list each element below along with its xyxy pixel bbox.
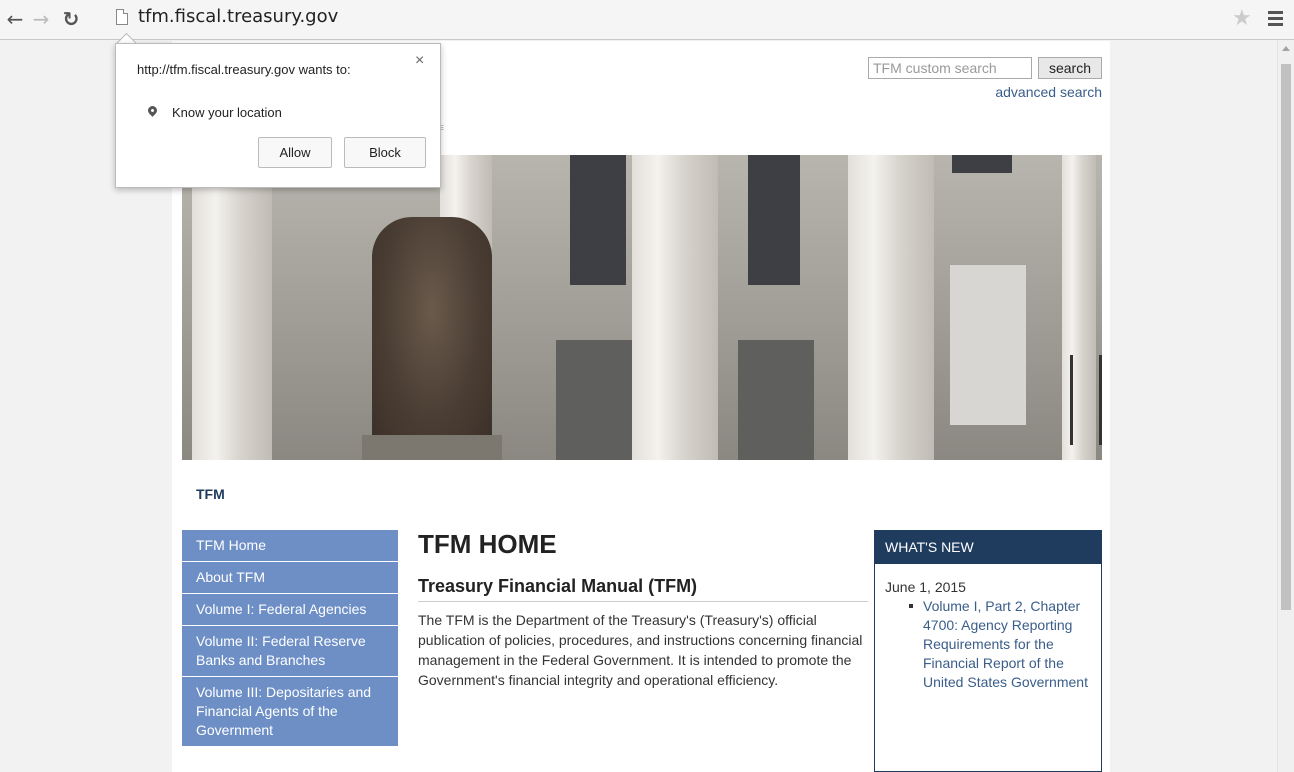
nav-item-tfm-home[interactable]: TFM Home	[182, 530, 398, 562]
hamburger-menu-icon[interactable]	[1268, 8, 1286, 28]
arrow-right-icon[interactable]: →	[30, 8, 52, 30]
nav-item-volume-3[interactable]: Volume III: Depositaries and Financial A…	[182, 677, 398, 747]
whats-new-heading: WHAT'S NEW	[875, 531, 1101, 564]
section-title: Treasury Financial Manual (TFM)	[418, 576, 868, 602]
advanced-search-link[interactable]: advanced search	[995, 84, 1102, 100]
location-permission-popup: http://tfm.fiscal.treasury.gov wants to:…	[115, 43, 441, 188]
browser-toolbar: ← → ↻ tfm.fiscal.treasury.gov ★	[0, 0, 1294, 40]
main-content: TFM HOME Treasury Financial Manual (TFM)…	[418, 529, 868, 690]
block-button[interactable]: Block	[344, 137, 426, 168]
scroll-up-arrow-icon[interactable]	[1282, 46, 1290, 51]
scroll-thumb[interactable]	[1281, 64, 1291, 610]
intro-paragraph: The TFM is the Department of the Treasur…	[418, 612, 863, 688]
address-bar[interactable]: tfm.fiscal.treasury.gov	[138, 6, 338, 27]
whats-new-panel: WHAT'S NEW June 1, 2015 Volume I, Part 2…	[874, 530, 1102, 772]
left-navigation: TFM Home About TFM Volume I: Federal Age…	[182, 530, 398, 747]
popup-origin-text: http://tfm.fiscal.treasury.gov wants to:	[137, 62, 351, 77]
close-icon[interactable]: ×	[415, 52, 424, 70]
permission-text: Know your location	[172, 105, 282, 120]
page-scrollbar[interactable]	[1277, 40, 1294, 772]
hero-image	[182, 155, 1102, 460]
page-title: TFM HOME	[418, 529, 557, 559]
nav-item-volume-1[interactable]: Volume I: Federal Agencies	[182, 594, 398, 626]
search-input[interactable]	[868, 57, 1032, 79]
allow-button[interactable]: Allow	[258, 137, 332, 168]
arrow-left-icon[interactable]: ←	[4, 8, 26, 30]
nav-item-volume-2[interactable]: Volume II: Federal Reserve Banks and Bra…	[182, 626, 398, 677]
reload-icon[interactable]: ↻	[60, 8, 82, 30]
star-icon[interactable]: ★	[1232, 6, 1252, 31]
nav-item-about-tfm[interactable]: About TFM	[182, 562, 398, 594]
whats-new-date: June 1, 2015	[885, 579, 966, 595]
whats-new-item[interactable]: Volume I, Part 2, Chapter 4700: Agency R…	[909, 597, 1101, 692]
site-label[interactable]: TFM	[196, 486, 225, 502]
statue-figure	[372, 217, 492, 449]
page-icon	[116, 9, 128, 25]
location-pin-icon	[146, 104, 159, 117]
search-button[interactable]: search	[1038, 57, 1102, 79]
